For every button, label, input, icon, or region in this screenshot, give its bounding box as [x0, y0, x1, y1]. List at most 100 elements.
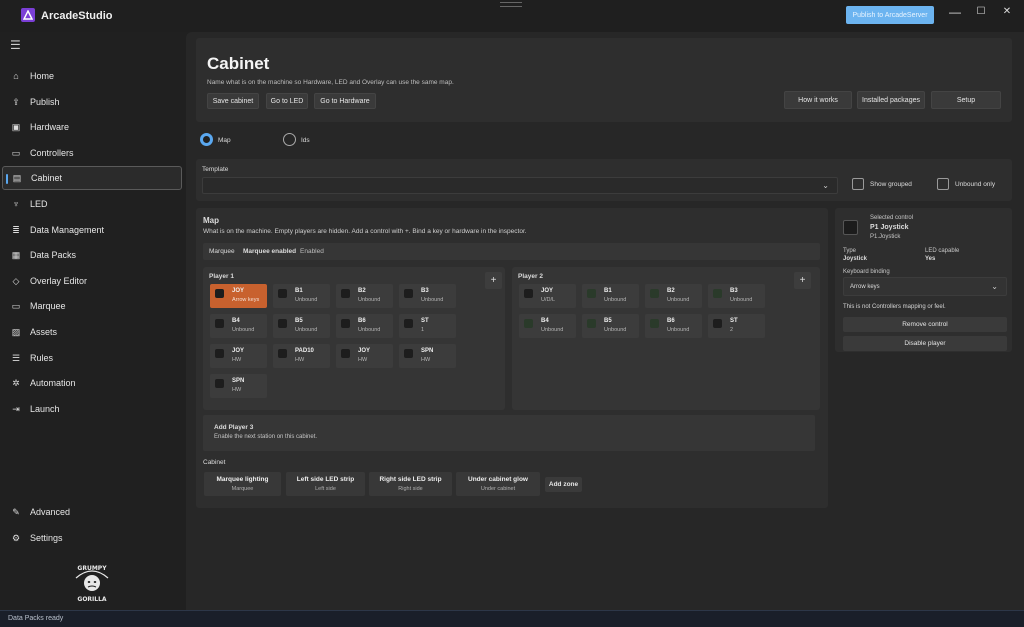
sidebar-item-label: LED: [30, 199, 48, 209]
add-control-button[interactable]: +: [794, 272, 811, 289]
led-zone-under-cabinet[interactable]: Under cabinet glow Under cabinet: [456, 472, 540, 496]
control-label: ST: [421, 318, 429, 324]
overlay-icon: ◇: [12, 275, 20, 286]
control-label: B5: [604, 318, 612, 324]
control-tile[interactable]: B3 Unbound: [399, 284, 456, 308]
hamburger-menu-icon[interactable]: ☰: [10, 38, 21, 52]
control-binding: HW: [421, 357, 431, 363]
sidebar-item-rules[interactable]: ☰ Rules: [2, 346, 182, 370]
button-icon: [587, 319, 596, 328]
sidebar-item-launch[interactable]: ⇥ Launch: [2, 397, 182, 421]
control-tile[interactable]: SPN HW: [399, 344, 456, 368]
control-tile[interactable]: B4 Unbound: [519, 314, 576, 338]
control-tile[interactable]: B4 Unbound: [210, 314, 267, 338]
control-label: SPN: [421, 348, 434, 354]
control-tile[interactable]: B3 Unbound: [708, 284, 765, 308]
control-label: JOY: [232, 348, 245, 354]
sidebar-item-label: Automation: [30, 378, 76, 388]
sidebar-item-data-management[interactable]: ≣ Data Management: [2, 218, 182, 242]
unbound-only-checkbox[interactable]: [937, 178, 949, 190]
template-card: Template ⌄ Show grouped Unbound only: [196, 159, 1012, 201]
keyboard-binding-select[interactable]: Arrow keys ⌄: [843, 277, 1007, 296]
control-binding: Unbound: [295, 327, 318, 333]
control-label: JOY: [232, 288, 245, 294]
sidebar-item-label: Assets: [30, 327, 58, 337]
button-icon: [341, 289, 350, 298]
control-tile[interactable]: B1 Unbound: [582, 284, 639, 308]
remove-control-button[interactable]: Remove control: [843, 317, 1007, 332]
sidebar-item-publish[interactable]: ⇪ Publish: [2, 90, 182, 114]
close-button[interactable]: ✕: [997, 4, 1017, 20]
map-view-radio[interactable]: [200, 133, 213, 146]
add-zone-button[interactable]: Add zone: [545, 477, 582, 492]
page-subtitle: Name what is on the machine so Hardware,…: [207, 79, 454, 86]
inspector-panel: Selected control P1 Joystick P1.Joystick…: [835, 208, 1012, 352]
control-tile[interactable]: JOY Arrow keys: [210, 284, 267, 308]
status-bar: Data Packs ready: [0, 610, 1024, 627]
template-select[interactable]: ⌄: [202, 177, 838, 194]
add-control-button[interactable]: +: [485, 272, 502, 289]
control-tile[interactable]: B5 Unbound: [273, 314, 330, 338]
how-it-works-button[interactable]: How it works: [784, 91, 852, 109]
map-view-label: Map: [218, 137, 231, 144]
control-binding: Unbound: [730, 297, 753, 303]
control-tile[interactable]: PAD10 HW: [273, 344, 330, 368]
sidebar-item-automation[interactable]: ✲ Automation: [2, 371, 182, 395]
sidebar-item-overlay-editor[interactable]: ◇ Overlay Editor: [2, 269, 182, 293]
control-label: B3: [421, 288, 429, 294]
sidebar-item-label: Hardware: [30, 122, 70, 132]
sidebar-item-advanced[interactable]: ✎ Advanced: [2, 500, 182, 524]
disable-player-button[interactable]: Disable player: [843, 336, 1007, 351]
control-binding: Unbound: [358, 327, 381, 333]
minimize-button[interactable]: —: [945, 4, 965, 20]
chip-icon: ▣: [11, 121, 21, 132]
control-tile[interactable]: SPN HW: [210, 374, 267, 398]
control-tile[interactable]: JOY HW: [336, 344, 393, 368]
control-binding: Unbound: [358, 297, 381, 303]
go-to-hardware-button[interactable]: Go to Hardware: [314, 93, 376, 109]
control-tile[interactable]: JOY HW: [210, 344, 267, 368]
publish-to-server-button[interactable]: Publish to ArcadeServer: [846, 6, 934, 24]
control-tile[interactable]: B1 Unbound: [273, 284, 330, 308]
joystick-icon: [215, 349, 224, 358]
ids-view-radio[interactable]: [283, 133, 296, 146]
control-tile[interactable]: B2 Unbound: [645, 284, 702, 308]
go-to-led-button[interactable]: Go to LED: [266, 93, 308, 109]
control-binding: Unbound: [232, 327, 255, 333]
sidebar-item-label: Data Packs: [30, 250, 77, 260]
sidebar-item-assets[interactable]: ▨ Assets: [2, 320, 182, 344]
sidebar-item-home[interactable]: ⌂ Home: [2, 64, 182, 88]
control-tile[interactable]: B6 Unbound: [645, 314, 702, 338]
control-tile[interactable]: B6 Unbound: [336, 314, 393, 338]
save-cabinet-button[interactable]: Save cabinet: [207, 93, 259, 109]
maximize-button[interactable]: ☐: [971, 4, 991, 20]
control-label: ST: [730, 318, 738, 324]
start-button-icon: [713, 319, 722, 328]
selected-control-id: P1.Joystick: [870, 234, 901, 240]
grumpy-gorilla-logo: GRUMPY GORILLA: [75, 565, 109, 603]
control-tile[interactable]: JOY U/D/L: [519, 284, 576, 308]
sidebar-item-hardware[interactable]: ▣ Hardware: [2, 115, 182, 139]
led-zone-left-side[interactable]: Left side LED strip Left side: [286, 472, 365, 496]
led-zone-right-side[interactable]: Right side LED strip Right side: [369, 472, 452, 496]
sidebar-item-label: Cabinet: [31, 173, 63, 183]
show-grouped-checkbox[interactable]: [852, 178, 864, 190]
joystick-icon: [524, 289, 533, 298]
joystick-icon: [341, 349, 350, 358]
sidebar-item-data-packs[interactable]: ▦ Data Packs: [2, 243, 182, 267]
installed-packages-button[interactable]: Installed packages: [857, 91, 925, 109]
add-player-title: Add Player 3: [214, 424, 254, 431]
sidebar-item-settings[interactable]: ⚙ Settings: [2, 526, 182, 550]
control-tile[interactable]: B5 Unbound: [582, 314, 639, 338]
sidebar-item-controllers[interactable]: ▭ Controllers: [2, 141, 182, 165]
add-player-button[interactable]: Add Player 3 Enable the next station on …: [203, 415, 815, 451]
sidebar-item-led[interactable]: ♆ LED: [2, 192, 182, 216]
setup-button[interactable]: Setup: [931, 91, 1001, 109]
control-tile[interactable]: ST 1: [399, 314, 456, 338]
sidebar-item-marquee[interactable]: ▭ Marquee: [2, 294, 182, 318]
control-tile[interactable]: B2 Unbound: [336, 284, 393, 308]
drag-handle[interactable]: [500, 2, 522, 7]
led-zone-marquee[interactable]: Marquee lighting Marquee: [204, 472, 281, 496]
control-tile[interactable]: ST 2: [708, 314, 765, 338]
sidebar-item-cabinet[interactable]: ▤ Cabinet: [2, 166, 182, 190]
